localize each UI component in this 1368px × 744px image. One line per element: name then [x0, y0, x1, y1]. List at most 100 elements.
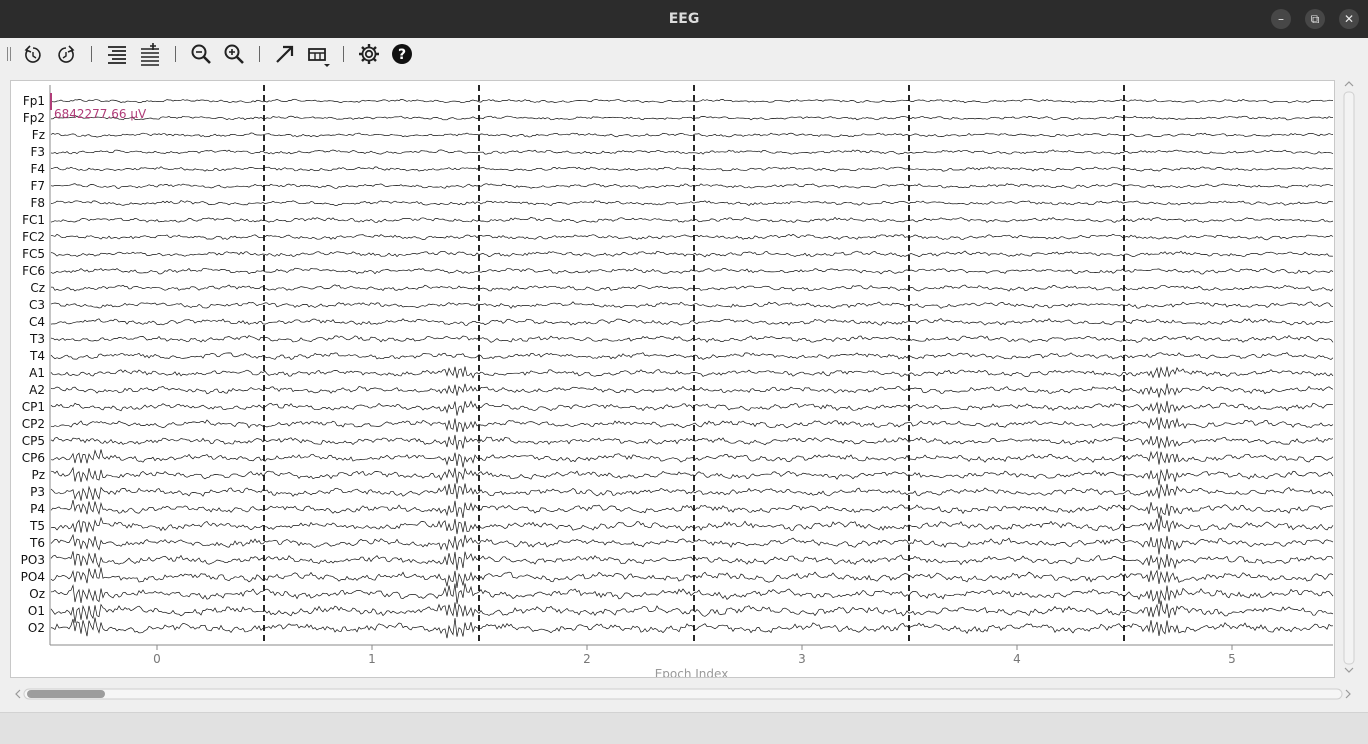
eeg-trace-FC5: [50, 250, 1334, 258]
eeg-trace-F4: [50, 166, 1333, 172]
x-tick-label: 0: [153, 652, 161, 666]
horizontal-scroll-thumb[interactable]: [27, 690, 105, 698]
channel-label-FC1: FC1: [22, 213, 45, 227]
zoom-in-icon: [224, 44, 244, 64]
channel-label-A2: A2: [29, 383, 45, 397]
channel-label-F8: F8: [30, 196, 45, 210]
eeg-trace-T5: [50, 515, 1334, 535]
channel-label-CP1: CP1: [22, 400, 45, 414]
channel-label-CP6: CP6: [22, 451, 45, 465]
eeg-trace-P3: [50, 483, 1334, 501]
horizontal-scrollbar-graphic: [15, 688, 1351, 700]
channel-label-F3: F3: [30, 145, 45, 159]
channel-label-PO4: PO4: [21, 570, 45, 584]
vertical-scrollbar[interactable]: [1342, 80, 1356, 678]
toolbar-separator: [91, 46, 92, 62]
more-channels-button[interactable]: [137, 41, 163, 67]
zoom-in-button[interactable]: [221, 41, 247, 67]
eeg-trace-C4: [50, 318, 1334, 326]
channel-label-T6: T6: [29, 536, 45, 550]
maximize-button[interactable]: ⧉: [1305, 9, 1325, 29]
fewer-channels-icon: [108, 46, 126, 64]
scale-label: 6842277.66 μV: [54, 107, 147, 121]
fewer-channels-button[interactable]: [104, 41, 130, 67]
eeg-trace-A2: [50, 383, 1334, 398]
zoom-out-icon: [191, 44, 211, 64]
eeg-trace-A1: [50, 366, 1334, 379]
status-bar: [0, 712, 1368, 744]
eeg-trace-FC6: [50, 267, 1334, 275]
x-tick-label: 1: [368, 652, 376, 666]
channel-label-P4: P4: [30, 502, 45, 516]
projector-dropdown-icon: [308, 48, 330, 67]
toolbar-grip[interactable]: [7, 47, 11, 61]
x-tick-label: 3: [798, 652, 806, 666]
eeg-trace-FC1: [50, 216, 1334, 223]
channel-label-F4: F4: [30, 162, 45, 176]
channel-label-T4: T4: [29, 349, 45, 363]
x-tick-label: 5: [1228, 652, 1236, 666]
x-tick-label: 2: [583, 652, 591, 666]
eeg-trace-O2: [50, 617, 1334, 639]
eeg-trace-CP6: [50, 449, 1334, 468]
help-button[interactable]: ?: [389, 41, 415, 67]
more-channels-icon: [141, 43, 159, 66]
channel-label-P3: P3: [30, 485, 45, 499]
eeg-trace-Pz: [50, 466, 1334, 486]
eeg-plot-frame[interactable]: Fp1 Fp2 Fz F3 F4 F7 F8 FC1 FC2 FC5 FC6 Cz C3 C4 T3 T4 A1…: [10, 80, 1335, 678]
toolbar: ?: [0, 38, 1368, 70]
channel-label-CP5: CP5: [22, 434, 45, 448]
channel-label-O2: O2: [28, 621, 45, 635]
channel-label-C3: C3: [29, 298, 45, 312]
channel-label-FC2: FC2: [22, 230, 45, 244]
channel-label-Cz: Cz: [30, 281, 45, 295]
eeg-trace-T4: [50, 352, 1334, 360]
eeg-trace-CP2: [50, 416, 1334, 433]
help-icon: ?: [392, 44, 412, 64]
channel-label-T3: T3: [29, 332, 45, 346]
eeg-trace-F7: [50, 183, 1334, 189]
eeg-trace-CP1: [50, 400, 1334, 416]
channel-label-F7: F7: [30, 179, 45, 193]
vertical-scrollbar-graphic: [1343, 81, 1355, 673]
history-back-button[interactable]: [20, 41, 46, 67]
channel-label-Fp1: Fp1: [23, 94, 45, 108]
channel-label-Pz: Pz: [31, 468, 45, 482]
x-tick-label: 4: [1013, 652, 1021, 666]
history-forward-button[interactable]: [53, 41, 79, 67]
channel-label-FC6: FC6: [22, 264, 45, 278]
fullscreen-button[interactable]: [272, 41, 298, 67]
minimize-button[interactable]: –: [1271, 9, 1291, 29]
eeg-trace-T3: [50, 334, 1334, 343]
eeg-trace-F3: [50, 149, 1334, 155]
projector-dropdown-button[interactable]: [305, 41, 335, 67]
eeg-trace-FC2: [50, 233, 1334, 241]
eeg-trace-PO4: [50, 567, 1334, 588]
title-bar: EEG – ⧉ ✕: [0, 0, 1368, 38]
eeg-trace-T6: [50, 533, 1334, 555]
channel-label-A1: A1: [29, 366, 45, 380]
eeg-trace-Fp1: [50, 98, 1334, 104]
eeg-trace-PO3: [50, 551, 1334, 571]
horizontal-scrollbar[interactable]: [10, 686, 1356, 702]
channel-label-Fp2: Fp2: [23, 111, 45, 125]
eeg-trace-P4: [50, 500, 1334, 519]
channel-label-PO3: PO3: [21, 553, 45, 567]
history-forward-icon: [58, 45, 75, 63]
svg-text:?: ?: [398, 47, 406, 63]
channel-label-C4: C4: [29, 315, 45, 329]
channel-label-Oz: Oz: [29, 587, 45, 601]
close-button[interactable]: ✕: [1339, 9, 1359, 29]
settings-button[interactable]: [356, 41, 382, 67]
channel-label-T5: T5: [29, 519, 45, 533]
channel-label-FC5: FC5: [22, 247, 45, 261]
channel-label-Fz: Fz: [32, 128, 45, 142]
toolbar-separator: [259, 46, 260, 62]
settings-gear-icon: [359, 44, 379, 64]
eeg-trace-Cz: [50, 284, 1334, 292]
window-title: EEG: [668, 11, 700, 27]
eeg-trace-Oz: [50, 583, 1334, 604]
eeg-plot[interactable]: Fp1 Fp2 Fz F3 F4 F7 F8 FC1 FC2 FC5 FC6 Cz C3 C4 T3 T4 A1…: [11, 81, 1334, 677]
eeg-trace-O1: [50, 600, 1334, 623]
zoom-out-button[interactable]: [188, 41, 214, 67]
